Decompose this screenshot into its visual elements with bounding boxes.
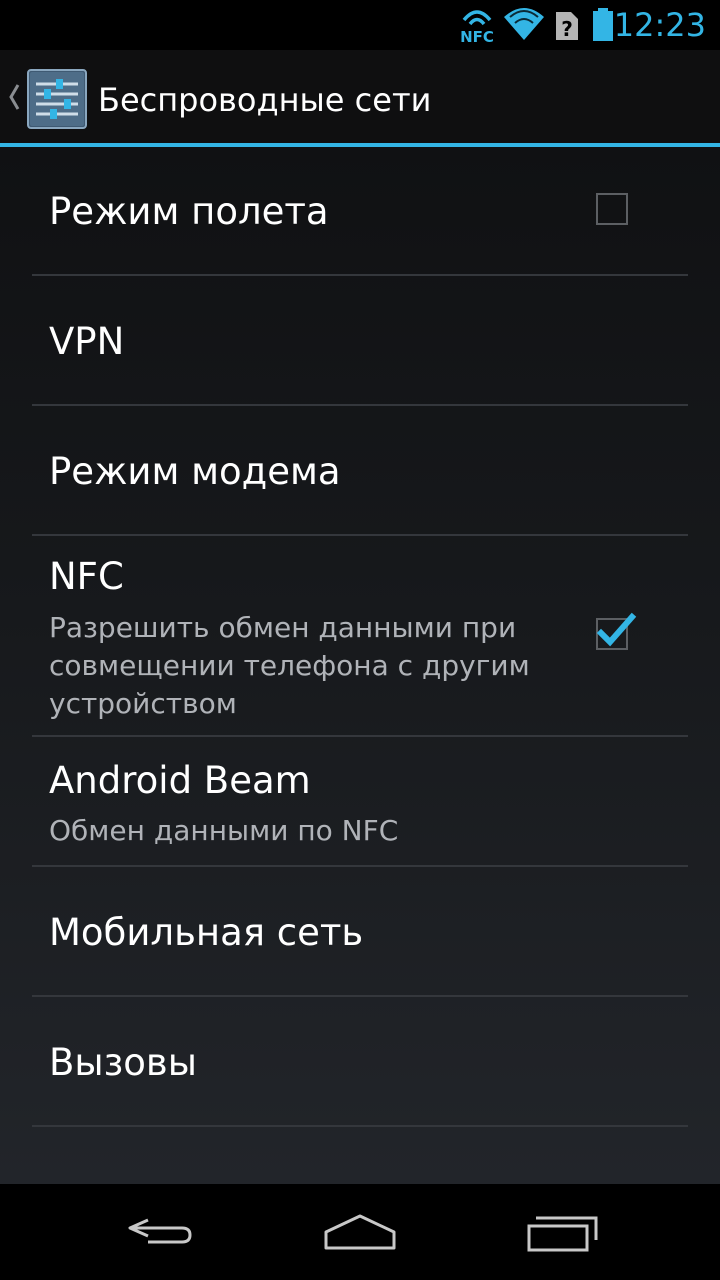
pref-airplane-mode[interactable]: Режим полета	[0, 147, 720, 274]
pref-tethering[interactable]: Режим модема	[0, 406, 720, 534]
home-icon[interactable]	[290, 1184, 430, 1280]
svg-text:?: ?	[561, 17, 573, 41]
pref-title: VPN	[49, 320, 125, 363]
pref-title: Мобильная сеть	[49, 911, 364, 954]
pref-title: Android Beam	[49, 759, 311, 802]
svg-text:NFC: NFC	[460, 28, 494, 46]
nfc-icon: NFC	[460, 10, 494, 46]
settings-sliders-icon[interactable]	[26, 68, 88, 130]
pref-summary: Обмен данными по NFC	[49, 814, 399, 847]
nfc-checkbox[interactable]	[596, 612, 637, 650]
pref-title: Режим полета	[49, 190, 329, 233]
status-bar: NFC ? 12:23	[0, 0, 720, 50]
pref-mobile-network[interactable]: Мобильная сеть	[0, 867, 720, 995]
checkmark-icon	[596, 612, 637, 647]
back-icon[interactable]	[90, 1184, 230, 1280]
pref-vpn[interactable]: VPN	[0, 276, 720, 404]
pref-summary: Разрешить обмен данными при совмещении т…	[49, 611, 530, 720]
status-time: 12:23	[613, 6, 706, 44]
navigation-bar	[0, 1184, 720, 1280]
pref-android-beam[interactable]: Android Beam Обмен данными по NFC	[0, 737, 720, 865]
pref-nfc[interactable]: NFC Разрешить обмен данными при совмещен…	[0, 536, 720, 735]
pref-title: NFC	[49, 555, 124, 598]
up-caret-icon[interactable]	[6, 82, 22, 112]
airplane-mode-checkbox[interactable]	[596, 193, 628, 225]
wifi-icon	[504, 8, 544, 40]
page-title: Беспроводные сети	[98, 81, 432, 119]
recent-apps-icon[interactable]	[492, 1184, 632, 1280]
screen: NFC ? 12:23 Беспроводные сети Режим поле…	[0, 0, 720, 1280]
battery-icon	[593, 8, 613, 41]
pref-calls[interactable]: Вызовы	[0, 997, 720, 1125]
pref-title: Режим модема	[49, 450, 341, 493]
sim-unknown-icon: ?	[556, 12, 578, 41]
pref-title: Вызовы	[49, 1041, 197, 1084]
divider	[32, 1125, 688, 1127]
